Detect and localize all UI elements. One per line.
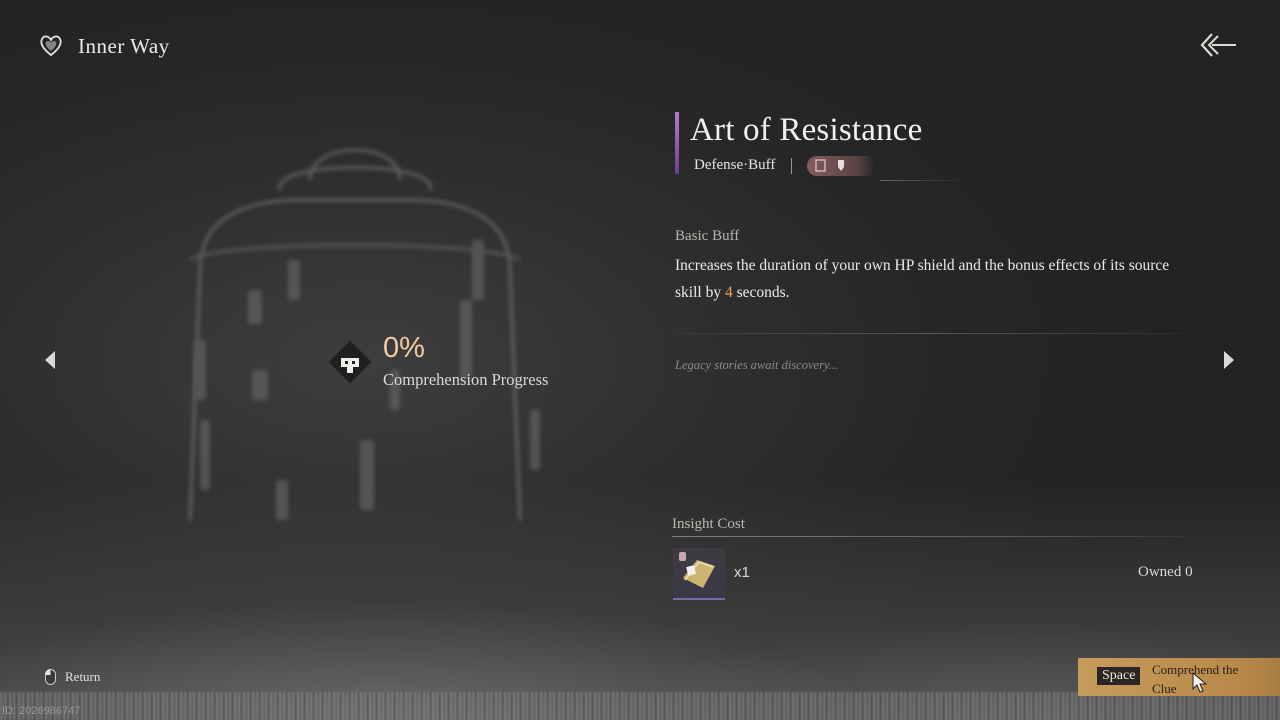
skill-name: Art of Resistance [690, 112, 923, 148]
return-button[interactable]: Return [45, 669, 100, 685]
mouse-cursor-icon [1192, 672, 1208, 693]
description-text: Increases the duration of your own HP sh… [675, 252, 1175, 306]
progress-label: Comprehension Progress [383, 370, 549, 389]
category-separator [791, 158, 792, 174]
insight-item-slot[interactable] [673, 548, 725, 600]
insight-divider [672, 536, 1188, 537]
skill-description: Basic Buff Increases the duration of you… [675, 228, 1175, 306]
mouse-icon [45, 669, 56, 685]
skill-accent-bar [675, 112, 679, 174]
comprehend-label: Comprehend the Clue [1152, 662, 1239, 696]
page-title: Inner Way [78, 33, 170, 58]
previous-arrow-button[interactable] [43, 350, 57, 370]
heart-emblem-icon [40, 35, 62, 57]
space-key-hint: Space [1097, 667, 1141, 685]
header-underline [880, 180, 965, 181]
skill-category: Defense·Buff [694, 157, 776, 173]
insight-scroll-icon [679, 552, 715, 588]
progress-percent: 0% [383, 332, 425, 364]
skill-type-badge [807, 156, 875, 176]
legacy-text: Legacy stories await discovery... [675, 358, 839, 372]
insight-cost-label: Insight Cost [672, 516, 745, 532]
shield-badge-icon [815, 159, 844, 172]
insight-quantity: x1 [734, 564, 750, 581]
next-arrow-button[interactable] [1222, 350, 1236, 370]
ground-texture [0, 692, 1280, 720]
description-text-after: seconds. [732, 284, 790, 301]
insight-owned: Owned 0 [1138, 564, 1193, 580]
header: Inner Way [38, 33, 170, 59]
player-id: ID: 2026986747 [2, 705, 81, 717]
comprehend-button[interactable]: Space Comprehend the Clue [1078, 658, 1280, 696]
return-label: Return [65, 669, 101, 684]
progress-diamond-icon [327, 339, 373, 385]
bell-relic-image [188, 148, 540, 521]
description-value: 4 [724, 284, 733, 301]
section-divider [675, 333, 1187, 334]
description-title: Basic Buff [675, 228, 740, 244]
back-button[interactable] [1198, 30, 1238, 60]
